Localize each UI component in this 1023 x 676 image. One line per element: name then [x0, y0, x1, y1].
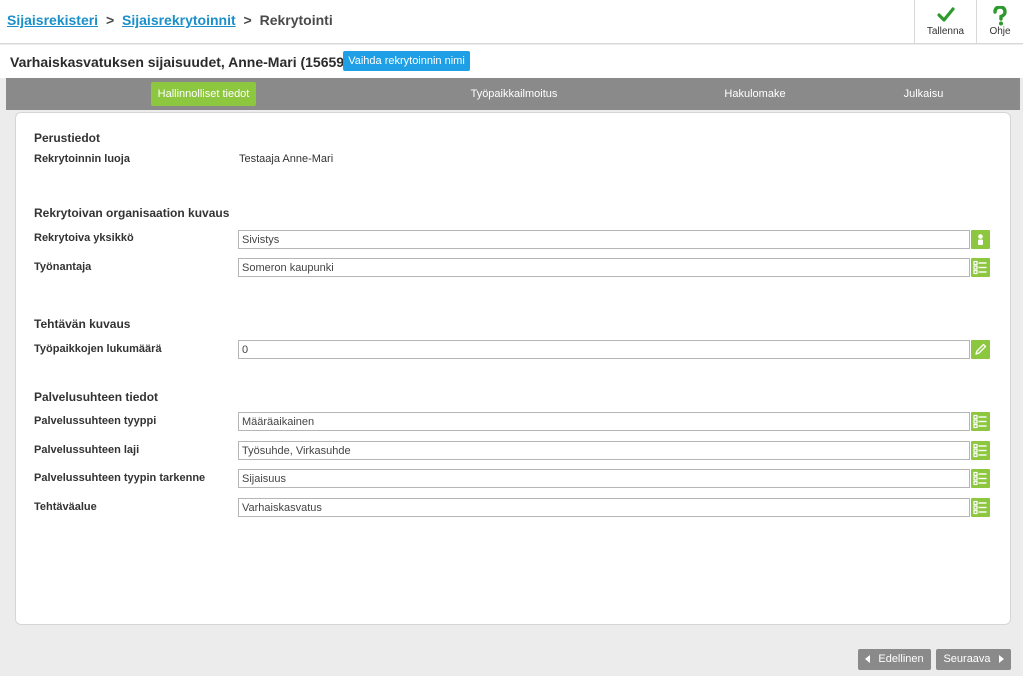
select-employment-kind-button[interactable] — [971, 441, 990, 460]
position-count-label: Työpaikkojen lukumäärä — [34, 343, 162, 355]
employment-spec-field[interactable]: Sijaisuus — [238, 469, 970, 488]
section-title-task: Tehtävän kuvaus — [34, 317, 131, 331]
position-count-field[interactable]: 0 — [238, 340, 970, 359]
select-employer-button[interactable] — [971, 258, 990, 277]
save-button[interactable]: Tallenna — [914, 0, 976, 44]
unit-label: Rekrytoiva yksikkö — [34, 232, 134, 244]
breadcrumb-current: Rekrytointi — [259, 12, 333, 28]
list-icon — [973, 471, 987, 486]
form-card — [15, 112, 1011, 625]
list-icon — [973, 500, 987, 515]
save-label: Tallenna — [926, 26, 965, 37]
checkmark-icon — [915, 6, 976, 24]
help-button[interactable]: Ohje — [976, 0, 1023, 44]
next-label: Seuraava — [943, 653, 991, 665]
breadcrumb-link-sijaisrekisteri[interactable]: Sijaisrekisteri — [7, 12, 98, 28]
caret-right-icon — [998, 655, 1004, 664]
tab-tyopaikkailmoitus[interactable]: Työpaikkailmoitus — [454, 82, 574, 106]
select-employment-type-button[interactable] — [971, 412, 990, 431]
tab-hakulomake[interactable]: Hakulomake — [710, 82, 800, 106]
employment-spec-label: Palvelussuhteen tyypin tarkenne — [34, 472, 206, 484]
task-area-field[interactable]: Varhaiskasvatus — [238, 498, 970, 517]
next-button[interactable]: Seuraava — [936, 649, 1011, 670]
select-unit-button[interactable] — [971, 230, 990, 249]
top-header: Sijaisrekisteri > Sijaisrekrytoinnit > R… — [0, 0, 1023, 44]
page-title: Varhaiskasvatuksen sijaisuudet, Anne-Mar… — [10, 54, 349, 70]
creator-label: Rekrytoinnin luoja — [34, 153, 130, 165]
person-icon — [978, 234, 983, 245]
select-employment-spec-button[interactable] — [971, 469, 990, 488]
caret-left-icon — [865, 655, 871, 664]
title-row: Varhaiskasvatuksen sijaisuudet, Anne-Mar… — [0, 45, 1023, 78]
list-icon — [973, 414, 987, 429]
list-icon — [973, 260, 987, 275]
tab-julkaisu[interactable]: Julkaisu — [886, 82, 961, 106]
previous-button[interactable]: Edellinen — [858, 649, 931, 670]
breadcrumb: Sijaisrekisteri > Sijaisrekrytoinnit > R… — [7, 12, 333, 28]
help-label: Ohje — [989, 26, 1011, 37]
unit-field[interactable]: Sivistys — [238, 230, 970, 249]
list-icon — [973, 443, 987, 458]
breadcrumb-separator: > — [243, 12, 252, 28]
employment-type-field[interactable]: Määräaikainen — [238, 412, 970, 431]
employer-field[interactable]: Someron kaupunki — [238, 258, 970, 277]
employer-label: Työnantaja — [34, 261, 92, 273]
rename-recruitment-button[interactable]: Vaihda rekrytoinnin nimi — [343, 51, 470, 71]
pencil-icon — [975, 343, 987, 355]
previous-label: Edellinen — [878, 653, 924, 665]
breadcrumb-link-sijaisrekrytoinnit[interactable]: Sijaisrekrytoinnit — [122, 12, 236, 28]
tab-hallinnolliset-tiedot[interactable]: Hallinnolliset tiedot — [151, 82, 256, 106]
tab-bar: Hallinnolliset tiedot Työpaikkailmoitus … — [6, 78, 1020, 110]
employment-kind-label: Palvelussuhteen laji — [34, 444, 140, 456]
section-title-perustiedot: Perustiedot — [34, 131, 101, 145]
section-title-organisation: Rekrytoivan organisaation kuvaus — [34, 206, 230, 220]
edit-position-count-button[interactable] — [971, 340, 990, 359]
question-icon — [977, 5, 1023, 26]
task-area-label: Tehtäväalue — [34, 501, 97, 513]
employment-kind-field[interactable]: Työsuhde, Virkasuhde — [238, 441, 970, 460]
creator-value: Testaaja Anne-Mari — [239, 153, 334, 165]
select-task-area-button[interactable] — [971, 498, 990, 517]
section-title-employment: Palvelusuhteen tiedot — [34, 390, 159, 404]
employment-type-label: Palvelussuhteen tyyppi — [34, 415, 157, 427]
breadcrumb-separator: > — [105, 12, 115, 28]
